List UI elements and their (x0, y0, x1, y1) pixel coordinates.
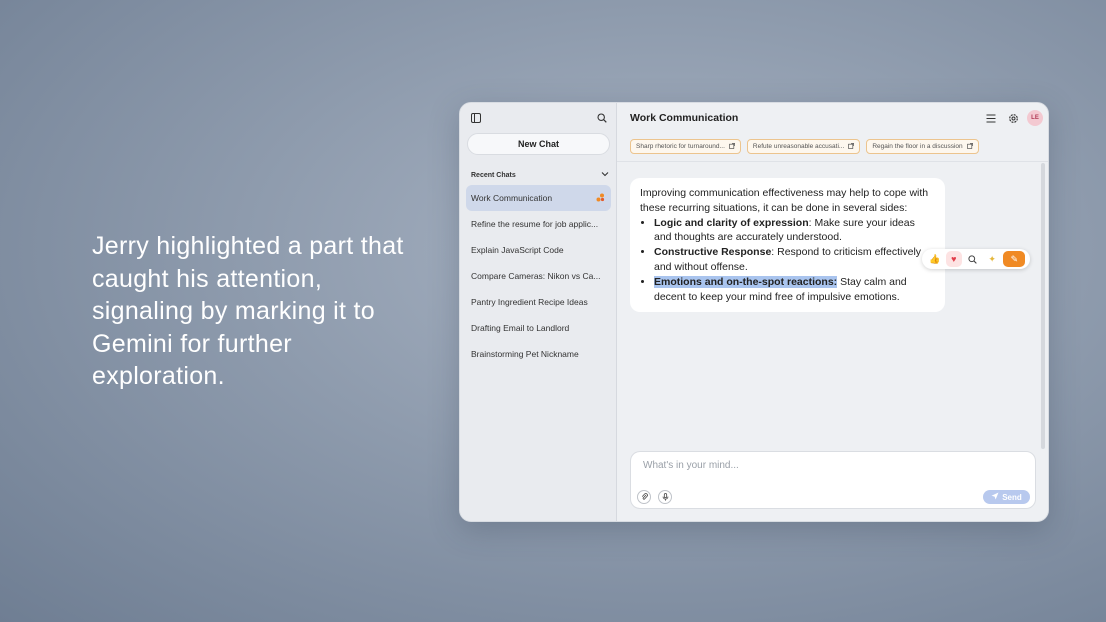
message-composer[interactable]: What's in your mind... Send (630, 451, 1036, 509)
menu-icon[interactable] (983, 110, 999, 126)
selection-toolbar: 👍 ♥ ✦ ✎ (922, 249, 1030, 269)
avatar[interactable]: LE (1027, 110, 1043, 126)
sidebar-item-pet-nickname[interactable]: Brainstorming Pet Nickname (466, 341, 611, 367)
sidebar-item-resume[interactable]: Refine the resume for job applic... (466, 211, 611, 237)
external-link-icon (729, 142, 735, 151)
sidebar: New Chat Recent Chats Work Communication… (460, 103, 617, 521)
pencil-icon[interactable]: ✎ (1003, 251, 1026, 267)
gear-icon[interactable] (1005, 110, 1021, 126)
list-item-bold: Constructive Response (654, 246, 772, 259)
sidebar-item-pantry[interactable]: Pantry Ingredient Recipe Ideas (466, 289, 611, 315)
page-title: Work Communication (630, 112, 739, 124)
composer-input[interactable]: What's in your mind... (643, 460, 739, 471)
recent-chats-header[interactable]: Recent Chats (471, 169, 609, 181)
list-item: Logic and clarity of expression: Make su… (654, 216, 935, 246)
microphone-icon[interactable] (658, 490, 672, 504)
sidebar-toggle-icon[interactable] (468, 110, 484, 126)
paperclip-icon[interactable] (637, 490, 651, 504)
highlighted-selection[interactable]: Emotions and on-the-spot reactions: (654, 275, 838, 288)
message-list: Logic and clarity of expression: Make su… (654, 216, 935, 305)
send-icon (991, 492, 999, 502)
chip-label: Refute unreasonable accusati... (752, 143, 845, 150)
list-item: Constructive Response: Respond to critic… (654, 245, 935, 275)
suggestion-chip[interactable]: Refute unreasonable accusati... (746, 139, 861, 154)
suggestion-chip[interactable]: Regain the floor in a discussion (866, 139, 979, 154)
thumbs-up-icon[interactable]: 👍 (927, 251, 943, 267)
sparkle-icon[interactable]: ✦ (984, 251, 1000, 267)
recent-chats-label: Recent Chats (471, 171, 516, 179)
chip-label: Regain the floor in a discussion (872, 143, 963, 150)
sidebar-item-landlord[interactable]: Drafting Email to Landlord (466, 315, 611, 341)
caption-text: Jerry highlighted a part that caught his… (92, 232, 404, 390)
sidebar-item-label: Refine the resume for job applic... (471, 219, 599, 229)
recent-chats-list: Work Communication Refine the resume for… (466, 185, 611, 367)
chat-header: Work Communication LE (617, 103, 1048, 131)
search-icon[interactable] (594, 110, 610, 126)
external-link-icon (848, 142, 855, 151)
new-chat-button[interactable]: New Chat (467, 133, 610, 155)
sidebar-header (460, 103, 616, 131)
list-item-bold: Logic and clarity of expression (654, 216, 809, 229)
heart-icon[interactable]: ♥ (945, 251, 962, 267)
suggestion-chip[interactable]: Sharp rhetoric for turnaround... (630, 139, 741, 154)
external-link-icon (966, 142, 973, 151)
sidebar-item-label: Drafting Email to Landlord (471, 323, 570, 333)
sidebar-item-label: Pantry Ingredient Recipe Ideas (471, 297, 588, 307)
app-window: New Chat Recent Chats Work Communication… (459, 102, 1049, 522)
send-button[interactable]: Send (983, 490, 1030, 504)
scrollbar[interactable] (1041, 163, 1045, 449)
sidebar-item-label: Explain JavaScript Code (471, 245, 564, 255)
activity-icon (596, 193, 605, 204)
search-icon[interactable] (965, 251, 981, 267)
message-intro: Improving communication effectiveness ma… (640, 187, 929, 214)
suggestion-chips: Sharp rhetoric for turnaround... Refute … (630, 139, 979, 154)
assistant-message: Improving communication effectiveness ma… (630, 178, 945, 312)
sidebar-item-label: Compare Cameras: Nikon vs Ca... (471, 271, 601, 281)
list-item: Emotions and on-the-spot reactions: Stay… (654, 275, 935, 305)
chevron-down-icon[interactable] (601, 171, 609, 179)
sidebar-item-javascript[interactable]: Explain JavaScript Code (466, 237, 611, 263)
chat-main: Work Communication LE Sharp rhetoric for… (617, 103, 1048, 521)
sidebar-item-work-communication[interactable]: Work Communication (466, 185, 611, 211)
chip-label: Sharp rhetoric for turnaround... (636, 143, 725, 150)
sidebar-item-cameras[interactable]: Compare Cameras: Nikon vs Ca... (466, 263, 611, 289)
send-label: Send (1002, 492, 1022, 502)
sidebar-item-label: Work Communication (471, 193, 553, 203)
header-divider (617, 161, 1048, 162)
sidebar-item-label: Brainstorming Pet Nickname (471, 349, 579, 359)
